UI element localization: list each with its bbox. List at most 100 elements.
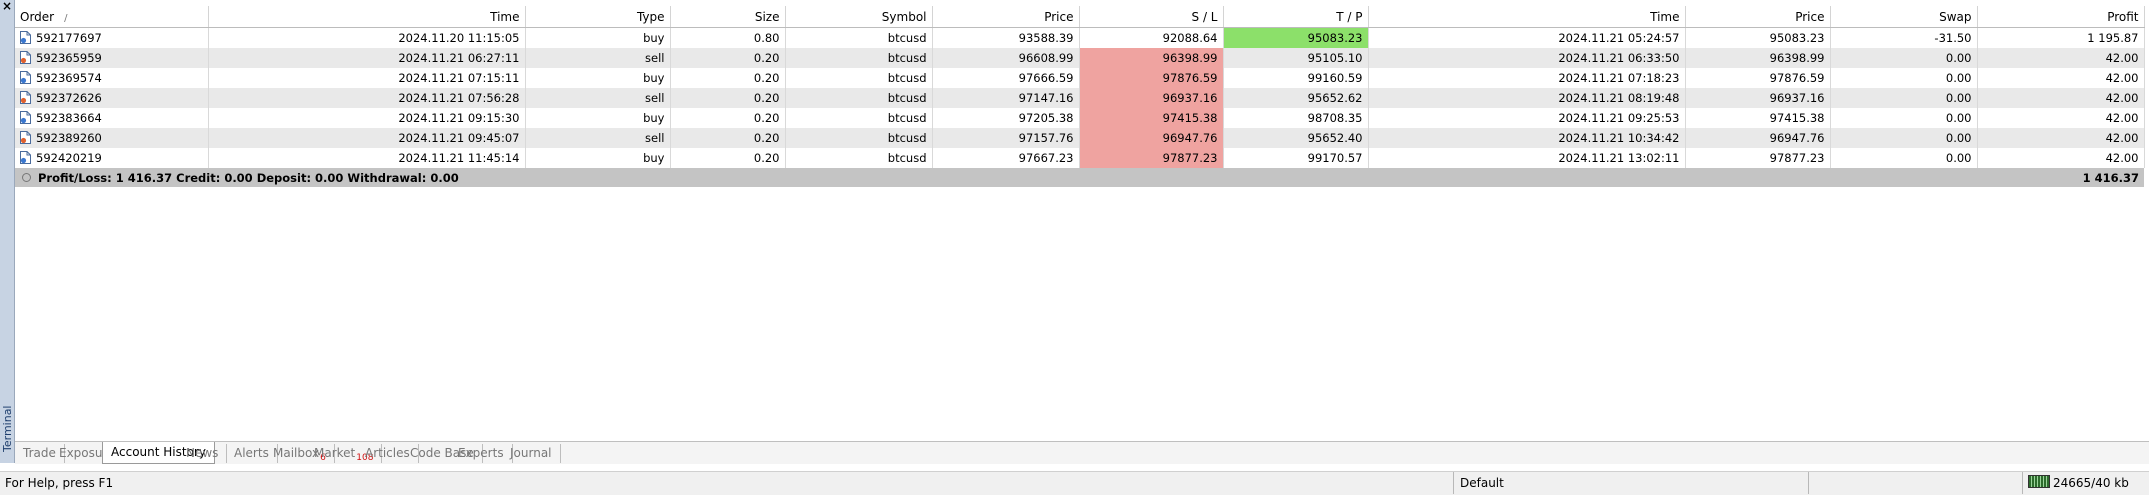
cell-symbol: btcusd [785, 128, 933, 148]
tab-news[interactable]: News [178, 444, 228, 463]
cell-open-price: 97205.38 [932, 108, 1080, 128]
cell-close-price: 97415.38 [1685, 108, 1831, 128]
cell-size: 0.20 [670, 148, 786, 168]
cell-type: sell [525, 48, 671, 68]
col-header-size[interactable]: Size [670, 6, 786, 28]
cell-close-time: 2024.11.21 09:25:53 [1368, 108, 1686, 128]
cell-order: 592420219 [15, 148, 209, 168]
status-profile[interactable]: Default [1453, 472, 1815, 494]
cell-sl: 97876.59 [1079, 68, 1224, 88]
cell-close-time: 2024.11.21 06:33:50 [1368, 48, 1686, 68]
cell-sl: 97415.38 [1079, 108, 1224, 128]
cell-open-time: 2024.11.21 06:27:11 [208, 48, 526, 68]
order-document-icon [20, 111, 31, 124]
cell-open-time: 2024.11.21 11:45:14 [208, 148, 526, 168]
cell-swap: -31.50 [1830, 27, 1978, 48]
cell-open-time: 2024.11.21 07:56:28 [208, 88, 526, 108]
cell-profit: 42.00 [1977, 68, 2145, 88]
order-number: 592420219 [36, 151, 102, 165]
cell-type: sell [525, 88, 671, 108]
table-row[interactable]: 592372626 2024.11.21 07:56:28 sell 0.20 btcu… [15, 88, 2145, 108]
order-document-icon [20, 31, 31, 44]
col-header-sl[interactable]: S / L [1079, 6, 1224, 28]
cell-order: 592389260 [15, 128, 209, 148]
cell-open-time: 2024.11.21 07:15:11 [208, 68, 526, 88]
table-row[interactable]: 592177697 2024.11.20 11:15:05 buy 0.80 btcus… [15, 27, 2145, 48]
account-history-table: Order / Time Type Size Symbol Price S / L… [15, 6, 2145, 187]
cell-order: 592177697 [15, 27, 209, 48]
cell-size: 0.20 [670, 68, 786, 88]
cell-order: 592383664 [15, 108, 209, 128]
cell-symbol: btcusd [785, 88, 933, 108]
cell-close-price: 95083.23 [1685, 27, 1831, 48]
terminal-tab-bar: Trade Exposure Account History News Alerts Ma… [15, 441, 2149, 464]
cell-close-price: 96947.76 [1685, 128, 1831, 148]
cell-size: 0.20 [670, 108, 786, 128]
cell-sl: 92088.64 [1079, 27, 1224, 48]
order-number: 592369574 [36, 71, 102, 85]
order-number: 592372626 [36, 91, 102, 105]
col-header-close-price[interactable]: Price [1685, 6, 1831, 28]
cell-profit: 42.00 [1977, 88, 2145, 108]
col-header-symbol[interactable]: Symbol [785, 6, 933, 28]
col-header-tp[interactable]: T / P [1223, 6, 1369, 28]
cell-symbol: btcusd [785, 27, 933, 48]
table-row[interactable]: 592420219 2024.11.21 11:45:14 buy 0.20 btcus… [15, 148, 2145, 168]
summary-text: Profit/Loss: 1 416.37 Credit: 0.00 Depos… [38, 170, 459, 185]
cell-sl: 96937.16 [1079, 88, 1224, 108]
col-header-profit[interactable]: Profit [1977, 6, 2145, 28]
col-header-type[interactable]: Type [525, 6, 671, 28]
table-row[interactable]: 592383664 2024.11.21 09:15:30 buy 0.20 btcus… [15, 108, 2145, 128]
cell-close-price: 96937.16 [1685, 88, 1831, 108]
order-number: 592177697 [36, 31, 102, 45]
order-number: 592365959 [36, 51, 102, 65]
cell-open-time: 2024.11.21 09:45:07 [208, 128, 526, 148]
col-header-time[interactable]: Time [208, 6, 526, 28]
tab-label: Alerts [234, 446, 269, 460]
order-number: 592389260 [36, 131, 102, 145]
cell-close-price: 97877.23 [1685, 148, 1831, 168]
table-row[interactable]: 592389260 2024.11.21 09:45:07 sell 0.20 btcu… [15, 128, 2145, 148]
cell-swap: 0.00 [1830, 108, 1978, 128]
order-document-icon [20, 151, 31, 164]
cell-close-time: 2024.11.21 05:24:57 [1368, 27, 1686, 48]
sort-indicator-icon: / [64, 12, 68, 24]
cell-profit: 42.00 [1977, 148, 2145, 168]
cell-sl: 97877.23 [1079, 148, 1224, 168]
col-header-swap[interactable]: Swap [1830, 6, 1978, 28]
order-document-icon [20, 51, 31, 64]
cell-tp: 98708.35 [1223, 108, 1369, 128]
cell-tp: 95652.40 [1223, 128, 1369, 148]
cell-type: sell [525, 128, 671, 148]
table-body: 592177697 2024.11.20 11:15:05 buy 0.80 btcus… [15, 27, 2145, 187]
order-document-icon [20, 131, 31, 144]
cell-open-time: 2024.11.21 09:15:30 [208, 108, 526, 128]
cell-close-time: 2024.11.21 13:02:11 [1368, 148, 1686, 168]
col-header-price[interactable]: Price [932, 6, 1080, 28]
cell-sl: 96398.99 [1079, 48, 1224, 68]
cell-symbol: btcusd [785, 148, 933, 168]
table-row[interactable]: 592365959 2024.11.21 06:27:11 sell 0.20 btcu… [15, 48, 2145, 68]
cell-tp: 95652.62 [1223, 88, 1369, 108]
cell-size: 0.20 [670, 128, 786, 148]
cell-close-time: 2024.11.21 07:18:23 [1368, 68, 1686, 88]
cell-open-price: 97147.16 [932, 88, 1080, 108]
cell-profit: 42.00 [1977, 108, 2145, 128]
cell-type: buy [525, 108, 671, 128]
tab-label: Experts [458, 446, 504, 460]
cell-tp: 95105.10 [1223, 48, 1369, 68]
col-header-close-time[interactable]: Time [1368, 6, 1686, 28]
tab-journal[interactable]: Journal [502, 444, 561, 463]
table-row[interactable]: 592369574 2024.11.21 07:15:11 buy 0.20 btcus… [15, 68, 2145, 88]
cell-close-time: 2024.11.21 10:34:42 [1368, 128, 1686, 148]
cell-swap: 0.00 [1830, 148, 1978, 168]
summary-total-profit: 1 416.37 [1977, 168, 2144, 187]
tab-label: News [186, 446, 219, 460]
cell-open-price: 96608.99 [932, 48, 1080, 68]
cell-symbol: btcusd [785, 68, 933, 88]
cell-swap: 0.00 [1830, 68, 1978, 88]
close-icon[interactable]: × [0, 0, 14, 14]
col-header-order[interactable]: Order / [15, 6, 209, 28]
order-document-icon [20, 71, 31, 84]
status-help-text: For Help, press F1 [5, 476, 114, 490]
